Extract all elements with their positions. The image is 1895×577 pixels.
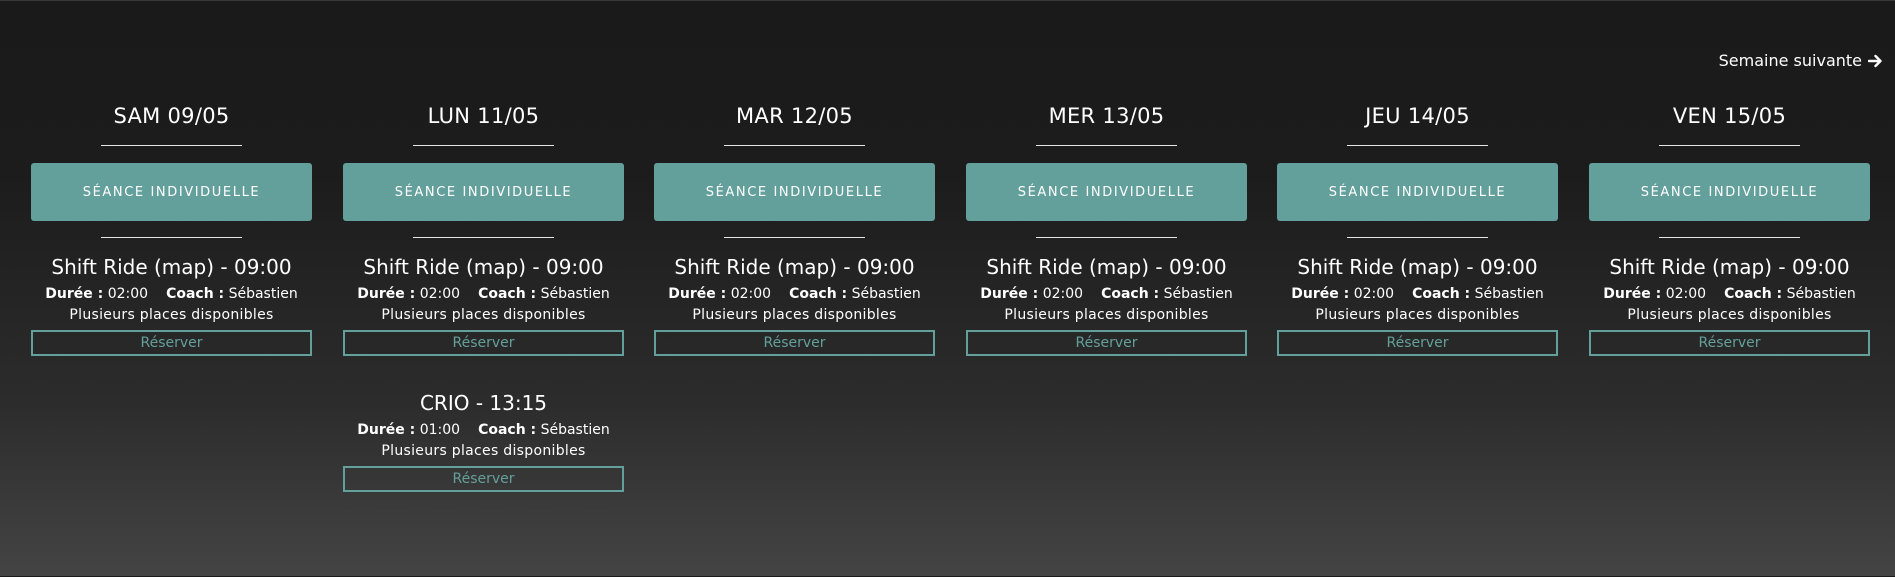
individual-session-button[interactable]: SÉANCE INDIVIDUELLE — [1277, 163, 1558, 221]
divider — [413, 145, 554, 146]
duration-value: 01:00 — [419, 422, 461, 438]
session-title: Shift Ride (map) - 09:00 — [986, 255, 1227, 279]
coach-label: Coach : — [1724, 286, 1783, 302]
duration-label: Durée : — [357, 422, 416, 438]
session-meta: Durée : 02:00 Coach : Sébastien — [966, 286, 1247, 303]
coach-value: Sébastien — [228, 286, 298, 302]
divider — [101, 145, 242, 146]
coach-label: Coach : — [166, 286, 225, 302]
divider — [101, 237, 242, 238]
session-meta: Durée : 02:00 Coach : Sébastien — [1589, 286, 1870, 303]
divider — [724, 237, 865, 238]
reserve-button[interactable]: Réserver — [31, 330, 312, 356]
session-item: Shift Ride (map) - 09:00 Durée : 02:00 Co… — [343, 254, 624, 356]
reserve-button[interactable]: Réserver — [654, 330, 935, 356]
coach-value: Sébastien — [851, 286, 921, 302]
individual-session-button[interactable]: SÉANCE INDIVIDUELLE — [343, 163, 624, 221]
coach-label: Coach : — [478, 286, 537, 302]
divider — [413, 237, 554, 238]
availability-text: Plusieurs places disponibles — [1627, 307, 1832, 323]
coach-value: Sébastien — [1163, 286, 1233, 302]
individual-session-button[interactable]: SÉANCE INDIVIDUELLE — [31, 163, 312, 221]
duration-label: Durée : — [45, 286, 104, 302]
availability-text: Plusieurs places disponibles — [69, 307, 274, 323]
divider — [1347, 145, 1488, 146]
coach-label: Coach : — [478, 422, 537, 438]
duration-label: Durée : — [668, 286, 727, 302]
session-title: Shift Ride (map) - 09:00 — [674, 255, 915, 279]
coach-label: Coach : — [1101, 286, 1160, 302]
availability-text: Plusieurs places disponibles — [1004, 307, 1209, 323]
session-item: Shift Ride (map) - 09:00 Durée : 02:00 Co… — [1589, 254, 1870, 356]
day-title: LUN 11/05 — [427, 104, 540, 128]
session-item: Shift Ride (map) - 09:00 Durée : 02:00 Co… — [31, 254, 312, 356]
session-item: Shift Ride (map) - 09:00 Durée : 02:00 Co… — [654, 254, 935, 356]
day-title: JEU 14/05 — [1365, 104, 1470, 128]
session-meta: Durée : 02:00 Coach : Sébastien — [654, 286, 935, 303]
reserve-button[interactable]: Réserver — [966, 330, 1247, 356]
reserve-button[interactable]: Réserver — [343, 466, 624, 492]
coach-value: Sébastien — [540, 286, 610, 302]
reserve-button[interactable]: Réserver — [1277, 330, 1558, 356]
duration-label: Durée : — [1603, 286, 1662, 302]
session-meta: Durée : 02:00 Coach : Sébastien — [31, 286, 312, 303]
session-title: CRIO - 13:15 — [419, 391, 548, 415]
reserve-button[interactable]: Réserver — [1589, 330, 1870, 356]
divider — [1036, 145, 1177, 146]
session-title: Shift Ride (map) - 09:00 — [363, 255, 604, 279]
day-title: SAM 09/05 — [113, 104, 230, 128]
availability-text: Plusieurs places disponibles — [381, 307, 586, 323]
day-title: MAR 12/05 — [736, 104, 853, 128]
divider — [1659, 145, 1800, 146]
session-meta: Durée : 02:00 Coach : Sébastien — [343, 286, 624, 303]
session-meta: Durée : 01:00 Coach : Sébastien — [343, 422, 624, 439]
divider — [1036, 237, 1177, 238]
divider — [1659, 237, 1800, 238]
reserve-button[interactable]: Réserver — [343, 330, 624, 356]
session-title: Shift Ride (map) - 09:00 — [1297, 255, 1538, 279]
coach-label: Coach : — [789, 286, 848, 302]
day-title: VEN 15/05 — [1672, 104, 1787, 128]
duration-label: Durée : — [1291, 286, 1350, 302]
duration-value: 02:00 — [1353, 286, 1395, 302]
coach-label: Coach : — [1412, 286, 1471, 302]
day-title: MER 13/05 — [1048, 104, 1165, 128]
duration-value: 02:00 — [107, 286, 149, 302]
individual-session-button[interactable]: SÉANCE INDIVIDUELLE — [1589, 163, 1870, 221]
individual-session-button[interactable]: SÉANCE INDIVIDUELLE — [654, 163, 935, 221]
availability-text: Plusieurs places disponibles — [692, 307, 897, 323]
coach-value: Sébastien — [1786, 286, 1856, 302]
duration-label: Durée : — [980, 286, 1039, 302]
divider — [724, 145, 865, 146]
duration-value: 02:00 — [1042, 286, 1084, 302]
coach-value: Sébastien — [540, 422, 610, 438]
duration-label: Durée : — [357, 286, 416, 302]
divider — [1347, 237, 1488, 238]
coach-value: Sébastien — [1474, 286, 1544, 302]
duration-value: 02:00 — [730, 286, 772, 302]
session-title: Shift Ride (map) - 09:00 — [51, 255, 292, 279]
session-item: CRIO - 13:15 Durée : 01:00 Coach : Sébast… — [343, 390, 624, 492]
divider — [343, 511, 624, 512]
individual-session-button[interactable]: SÉANCE INDIVIDUELLE — [966, 163, 1247, 221]
session-item: Shift Ride (map) - 09:00 Durée : 02:00 Co… — [966, 254, 1247, 356]
availability-text: Plusieurs places disponibles — [1315, 307, 1520, 323]
duration-value: 02:00 — [419, 286, 461, 302]
duration-value: 02:00 — [1665, 286, 1707, 302]
week-schedule: SAM 09/05 SÉANCE INDIVIDUELLE Shift Ride… — [31, 1, 1871, 577]
session-item: Shift Ride (map) - 09:00 Durée : 02:00 Co… — [1277, 254, 1558, 356]
session-title: Shift Ride (map) - 09:00 — [1609, 255, 1850, 279]
availability-text: Plusieurs places disponibles — [381, 443, 586, 459]
session-meta: Durée : 02:00 Coach : Sébastien — [1277, 286, 1558, 303]
